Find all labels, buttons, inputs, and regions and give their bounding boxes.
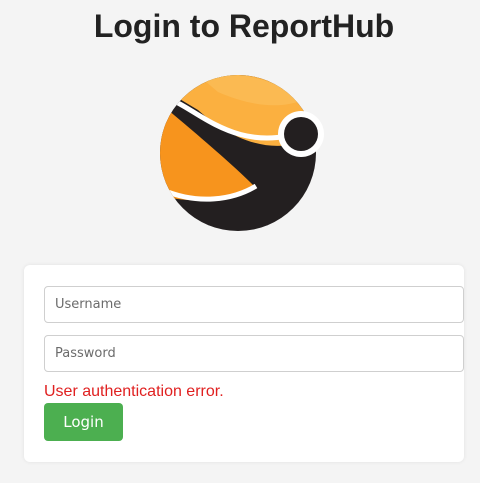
password-input[interactable] (44, 335, 464, 372)
login-form-card: User authentication error. Login (24, 265, 464, 462)
page-title: Login to ReportHub (93, 8, 395, 44)
username-input[interactable] (44, 286, 464, 323)
error-message: User authentication error. (44, 383, 224, 400)
login-button[interactable]: Login (44, 403, 123, 441)
reporthub-logo-icon (158, 70, 328, 240)
